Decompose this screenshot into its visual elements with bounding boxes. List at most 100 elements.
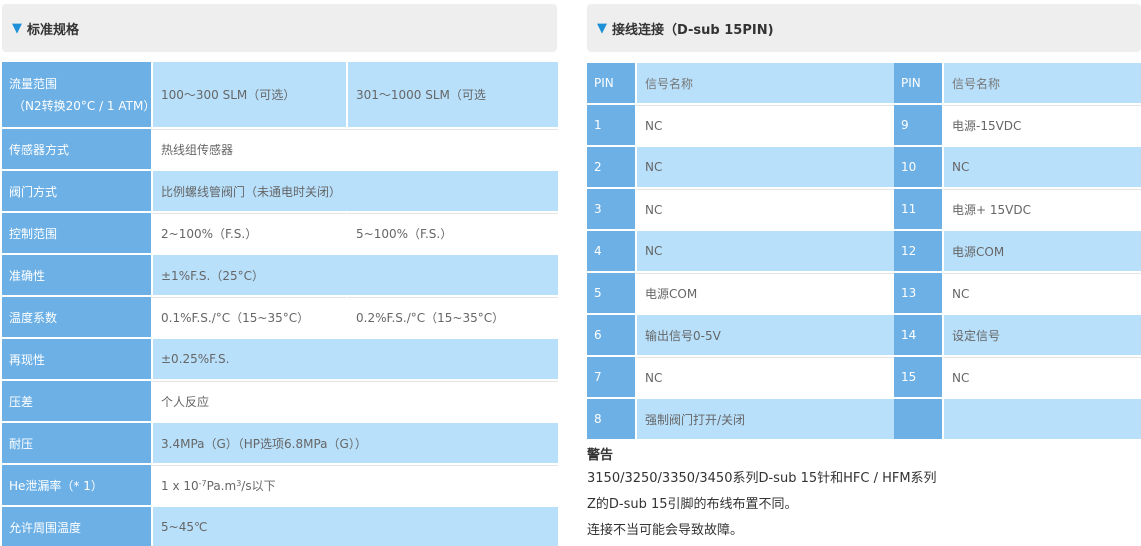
spec-value: 个人反应 bbox=[151, 381, 558, 421]
spec-label: 流量范围 （N2转换20°C / 1 ATM） bbox=[2, 62, 156, 127]
pin-number: 7 bbox=[587, 357, 635, 397]
warning-note: 警告 3150/3250/3350/3450系列D-sub 15针和HFC / … bbox=[587, 446, 1141, 544]
pin-section-title: 接线连接（D-sub 15PIN) bbox=[612, 22, 774, 38]
signal-header-2: 信号名称 bbox=[942, 63, 1141, 103]
pin-number-2: 10 bbox=[894, 147, 942, 187]
pin-signal: NC bbox=[635, 357, 894, 397]
pin-signal-2: NC bbox=[942, 273, 1141, 313]
pin-row: 4 NC 12 电源COM bbox=[587, 231, 1141, 273]
spec-label-text: 流量范围 bbox=[9, 77, 58, 91]
pin-row: 3 NC 11 电源+ 15VDC bbox=[587, 189, 1141, 231]
spec-label: 传感器方式 bbox=[2, 129, 151, 169]
pin-signal-2 bbox=[942, 399, 1141, 439]
leak-suffix: /s以下 bbox=[241, 479, 276, 493]
pin-signal: 电源COM bbox=[635, 273, 894, 313]
pin-number-2: 11 bbox=[894, 189, 942, 229]
pin-number-2: 12 bbox=[894, 231, 942, 271]
pin-signal-2: NC bbox=[942, 147, 1141, 187]
spec-value: 100～300 SLM（可选） bbox=[151, 62, 346, 127]
pin-number: 4 bbox=[587, 231, 635, 271]
leak-exp2: 3 bbox=[236, 479, 242, 488]
warning-line: Z的D-sub 15引脚的布线布置不同。 bbox=[587, 497, 798, 512]
pin-number: 2 bbox=[587, 147, 635, 187]
pin-signal-2: NC bbox=[942, 357, 1141, 397]
spec-section-header: ▼ 标准规格 bbox=[2, 4, 557, 52]
spec-row-flow-range: 流量范围 （N2转换20°C / 1 ATM） 100～300 SLM（可选） … bbox=[2, 62, 558, 129]
pin-signal: 强制阀门打开/关闭 bbox=[635, 399, 894, 439]
spec-value: 5~45℃ bbox=[151, 507, 558, 546]
pin-number-2: 14 bbox=[894, 315, 942, 355]
spec-label: 阀门方式 bbox=[2, 171, 151, 211]
spec-row-ambient-temp: 允许周围温度 5~45℃ bbox=[2, 507, 558, 546]
pin-header-2: PIN bbox=[894, 63, 942, 103]
spec-row-proof-pressure: 耐压 3.4MPa（G）（HP选项6.8MPa（G）） bbox=[2, 423, 558, 465]
pin-number-2 bbox=[894, 399, 942, 439]
warning-title: 警告 bbox=[587, 448, 614, 463]
pin-number: 5 bbox=[587, 273, 635, 313]
leak-exp1: -7 bbox=[198, 479, 207, 488]
spec-label: 再现性 bbox=[2, 339, 151, 379]
spec-value: ±0.25%F.S. bbox=[151, 339, 558, 379]
pin-section-header: ▼ 接线连接（D-sub 15PIN) bbox=[587, 4, 1141, 52]
spec-section-title: 标准规格 bbox=[27, 22, 80, 38]
spec-label: 控制范围 bbox=[2, 213, 151, 253]
spec-value: 热线组传感器 bbox=[151, 129, 558, 169]
spec-row-he-leak: He泄漏率（* 1） 1 x 10 -7 Pa.m 3/s以下 bbox=[2, 465, 558, 507]
spec-value: ±1%F.S.（25°C） bbox=[151, 255, 558, 295]
pin-number-2: 15 bbox=[894, 357, 942, 397]
pin-signal-2: 电源+ 15VDC bbox=[942, 189, 1141, 229]
pin-table-header: PIN 信号名称 PIN 信号名称 bbox=[587, 63, 1141, 105]
triangle-down-icon: ▼ bbox=[12, 20, 22, 36]
spec-value-alt: 301～1000 SLM（可选 bbox=[346, 62, 558, 127]
pin-header: PIN bbox=[587, 63, 635, 103]
spec-row-pressure-diff: 压差 个人反应 bbox=[2, 381, 558, 423]
spec-value: 1 x 10 -7 Pa.m 3/s以下 bbox=[151, 465, 558, 505]
pin-row: 2 NC 10 NC bbox=[587, 147, 1141, 189]
spec-value: 0.1%F.S./°C（15~35°C） bbox=[151, 297, 346, 337]
pin-signal: 输出信号0-5V bbox=[635, 315, 894, 355]
pin-signal: NC bbox=[635, 105, 894, 145]
warning-line: 3150/3250/3350/3450系列D-sub 15针和HFC / HFM… bbox=[587, 471, 937, 486]
spec-row-valve: 阀门方式 比例螺线管阀门（未通电时关闭） bbox=[2, 171, 558, 213]
pin-signal: NC bbox=[635, 189, 894, 229]
leak-mid: Pa.m bbox=[206, 478, 237, 493]
spec-value: 3.4MPa（G）（HP选项6.8MPa（G）） bbox=[151, 423, 558, 463]
spec-table: 流量范围 （N2转换20°C / 1 ATM） 100～300 SLM（可选） … bbox=[2, 62, 558, 546]
spec-row-repeatability: 再现性 ±0.25%F.S. bbox=[2, 339, 558, 381]
spec-row-accuracy: 准确性 ±1%F.S.（25°C） bbox=[2, 255, 558, 297]
pin-signal: NC bbox=[635, 231, 894, 271]
pin-row: 1 NC 9 电源-15VDC bbox=[587, 105, 1141, 147]
spec-label: 允许周围温度 bbox=[2, 507, 151, 546]
pin-row: 5 电源COM 13 NC bbox=[587, 273, 1141, 315]
spec-label: 准确性 bbox=[2, 255, 151, 295]
warning-line: 连接不当可能会导致故障。 bbox=[587, 523, 744, 538]
pin-signal-2: 电源COM bbox=[942, 231, 1141, 271]
spec-row-temp-coefficient: 温度系数 0.1%F.S./°C（15~35°C） 0.2%F.S./°C（15… bbox=[2, 297, 558, 339]
pin-signal: NC bbox=[635, 147, 894, 187]
triangle-down-icon: ▼ bbox=[597, 20, 607, 36]
pin-table: PIN 信号名称 PIN 信号名称 1 NC 9 电源-15VDC 2 NC 1… bbox=[587, 63, 1141, 441]
pin-row: 6 输出信号0-5V 14 设定信号 bbox=[587, 315, 1141, 357]
spec-label: He泄漏率（* 1） bbox=[2, 465, 151, 505]
pin-signal-2: 设定信号 bbox=[942, 315, 1141, 355]
pin-number: 1 bbox=[587, 105, 635, 145]
spec-value-alt: 5~100%（F.S.） bbox=[346, 213, 558, 253]
leak-prefix: 1 x 10 bbox=[161, 478, 199, 493]
spec-label: 压差 bbox=[2, 381, 151, 421]
spec-sublabel: （N2转换20°C / 1 ATM） bbox=[13, 99, 156, 113]
signal-header: 信号名称 bbox=[635, 63, 894, 103]
pin-number: 8 bbox=[587, 399, 635, 439]
spec-label: 耐压 bbox=[2, 423, 151, 463]
pin-row: 7 NC 15 NC bbox=[587, 357, 1141, 399]
spec-label: 温度系数 bbox=[2, 297, 151, 337]
pin-number: 3 bbox=[587, 189, 635, 229]
spec-value-alt: 0.2%F.S./°C（15~35°C） bbox=[346, 297, 558, 337]
pin-signal-2: 电源-15VDC bbox=[942, 105, 1141, 145]
pin-number-2: 13 bbox=[894, 273, 942, 313]
pin-number: 6 bbox=[587, 315, 635, 355]
spec-row-control-range: 控制范围 2~100%（F.S.） 5~100%（F.S.） bbox=[2, 213, 558, 255]
spec-row-sensor: 传感器方式 热线组传感器 bbox=[2, 129, 558, 171]
spec-value: 比例螺线管阀门（未通电时关闭） bbox=[151, 171, 558, 211]
spec-value: 2~100%（F.S.） bbox=[151, 213, 346, 253]
pin-row: 8 强制阀门打开/关闭 bbox=[587, 399, 1141, 441]
